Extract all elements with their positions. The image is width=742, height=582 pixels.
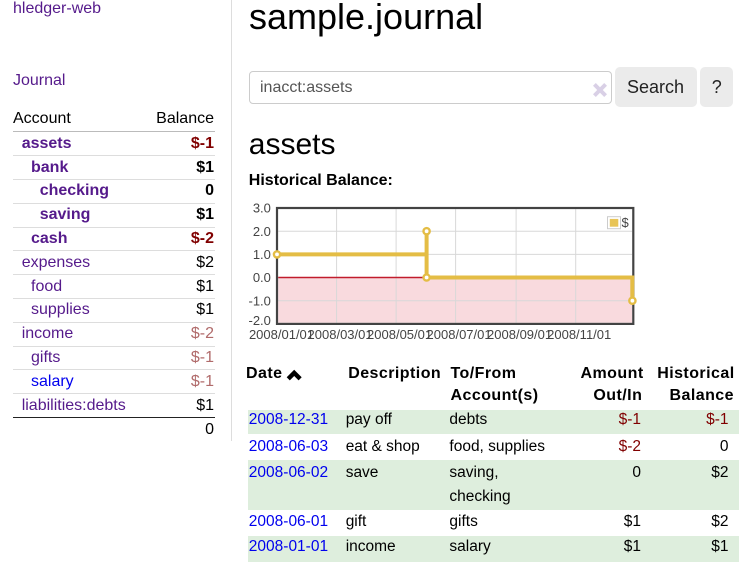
svg-text:-1.0: -1.0	[248, 293, 270, 308]
svg-text:2008/03/01: 2008/03/01	[308, 327, 373, 342]
svg-text:2008/05/01: 2008/05/01	[367, 327, 432, 342]
svg-text:$: $	[622, 215, 630, 230]
svg-text:2008/09/01: 2008/09/01	[487, 327, 552, 342]
svg-text:3.0: 3.0	[253, 201, 271, 216]
svg-text:2008/11/01: 2008/11/01	[547, 327, 611, 342]
svg-text:2.0: 2.0	[253, 224, 271, 239]
svg-text:0.0: 0.0	[253, 270, 271, 285]
svg-text:1.0: 1.0	[253, 247, 271, 262]
svg-text:2008/07/01: 2008/07/01	[427, 327, 492, 342]
svg-text:2008/01/01: 2008/01/01	[249, 327, 314, 342]
svg-text:-2.0: -2.0	[248, 313, 270, 328]
